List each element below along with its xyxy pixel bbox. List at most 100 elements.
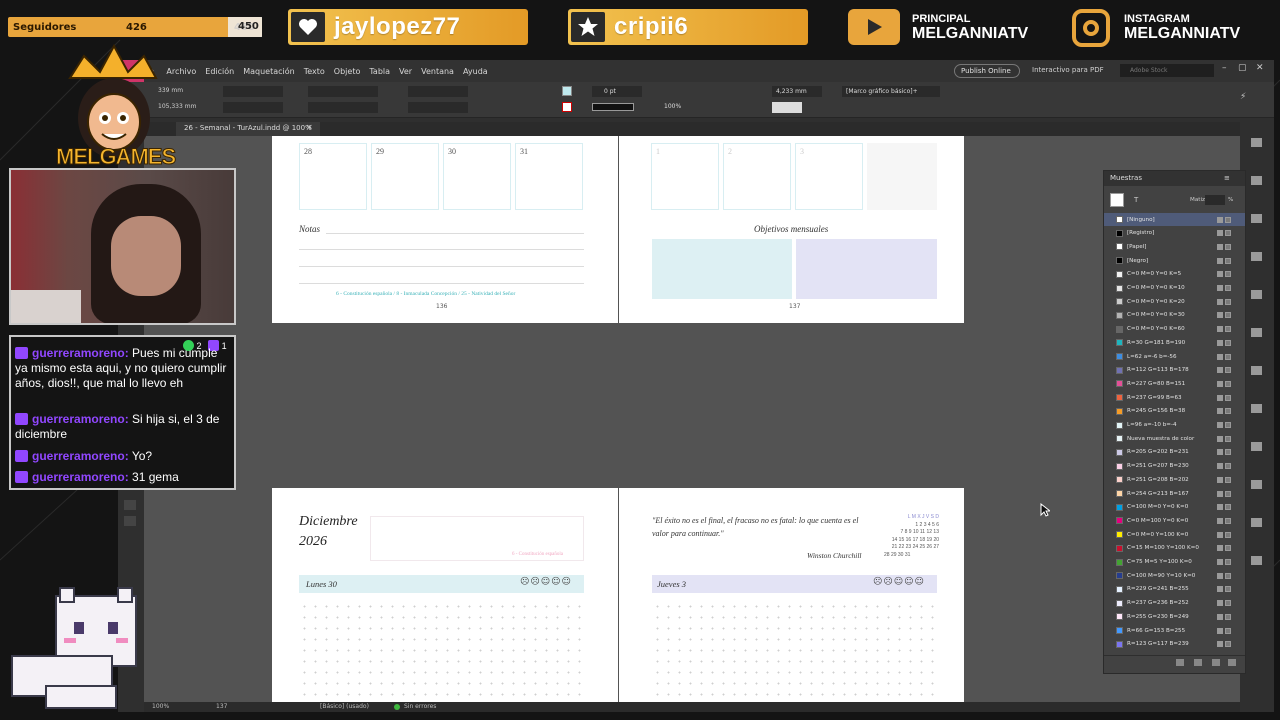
stroke-panel-icon[interactable] — [1251, 252, 1262, 261]
zoom-status[interactable]: 100% — [152, 703, 169, 710]
stroke-swatch[interactable] — [562, 102, 572, 112]
text-format-icon[interactable]: T — [1134, 196, 1138, 204]
swatch-row[interactable]: R=237 G=99 B=63 — [1104, 391, 1245, 404]
menu-ventana[interactable]: Ventana — [421, 67, 454, 76]
swatch-row[interactable]: R=254 G=213 B=167 — [1104, 487, 1245, 500]
fill-stroke-icon[interactable] — [1110, 193, 1124, 207]
chat-username[interactable]: guerreramoreno: — [32, 346, 129, 360]
character-panel-icon[interactable] — [1251, 442, 1262, 451]
chat-username[interactable]: guerreramoreno: — [32, 470, 129, 484]
swatch-row[interactable]: C=0 M=100 Y=0 K=0 — [1104, 514, 1245, 527]
document-tab[interactable]: 26 - Semanal - TurAzul.indd @ 100% — [176, 122, 320, 136]
scale-y-field[interactable] — [308, 102, 378, 113]
swatches-panel-icon[interactable] — [1251, 328, 1262, 337]
mood-icons[interactable]: ☹☹☺☺☺ — [873, 577, 925, 587]
layers-panel-icon[interactable] — [1251, 176, 1262, 185]
chat-username[interactable]: guerreramoreno: — [32, 449, 129, 463]
swatch-row[interactable]: C=0 M=0 Y=0 K=30 — [1104, 309, 1245, 322]
swatch-row[interactable]: R=66 G=153 B=255 — [1104, 624, 1245, 637]
pages-panel-icon[interactable] — [1251, 138, 1262, 147]
swatch-row[interactable]: L=62 a=-6 b=-56 — [1104, 350, 1245, 363]
paragraph-panel-icon[interactable] — [1251, 480, 1262, 489]
swatch-row[interactable]: C=0 M=0 Y=100 K=0 — [1104, 528, 1245, 541]
close-tab-icon[interactable]: ✕ — [306, 123, 313, 132]
chat-username[interactable]: guerreramoreno: — [32, 412, 129, 426]
folder-icon[interactable] — [1194, 659, 1202, 666]
adobe-stock-search[interactable]: Adobe Stock — [1120, 64, 1214, 77]
trash-icon[interactable] — [1228, 659, 1236, 666]
document-canvas[interactable]: 28 29 30 31 Notas 6 - Constitución españ… — [144, 136, 1240, 702]
swatch-row[interactable]: R=251 G=207 B=230 — [1104, 460, 1245, 473]
stroke-weight-field[interactable]: 0 pt — [592, 86, 642, 97]
pixel-cat-icon — [11, 587, 137, 709]
menu-objeto[interactable]: Objeto — [334, 67, 361, 76]
workspace-selector[interactable]: Interactivo para PDF — [1032, 66, 1104, 74]
view-mode-icon[interactable] — [124, 500, 136, 510]
object-style-selector[interactable]: [Marco gráfico básico]+ — [842, 86, 940, 97]
links-panel-icon[interactable] — [1251, 214, 1262, 223]
new-color-group-icon[interactable] — [1176, 659, 1184, 666]
gradient-panel-icon[interactable] — [1251, 366, 1262, 375]
errors-status[interactable]: Sin errores — [404, 703, 436, 710]
swatch-row[interactable]: R=112 G=113 B=178 — [1104, 364, 1245, 377]
width-field[interactable] — [223, 86, 283, 97]
swatch-row[interactable]: C=0 M=0 Y=0 K=60 — [1104, 323, 1245, 336]
swatch-row[interactable]: C=100 M=90 Y=10 K=0 — [1104, 569, 1245, 582]
menu-maquetacion[interactable]: Maquetación — [243, 67, 295, 76]
shear-field[interactable] — [408, 102, 468, 113]
color-mode-icon — [1225, 339, 1231, 346]
rotation-field[interactable] — [408, 86, 468, 97]
opacity-field[interactable]: 100% — [664, 103, 681, 110]
swatch-row[interactable]: R=255 G=230 B=249 — [1104, 610, 1245, 623]
stroke-type-selector[interactable] — [592, 103, 634, 111]
panel-menu-icon[interactable]: ≡ — [1224, 174, 1230, 182]
swatch-row[interactable]: R=205 G=202 B=231 — [1104, 446, 1245, 459]
swatch-row[interactable]: R=229 G=241 B=255 — [1104, 583, 1245, 596]
window-maximize-button[interactable]: ▢ — [1238, 63, 1247, 73]
swatch-row[interactable]: C=100 M=0 Y=0 K=0 — [1104, 501, 1245, 514]
screen-mode-icon[interactable] — [124, 516, 136, 526]
swatch-row[interactable]: L=96 a=-10 b=-4 — [1104, 419, 1245, 432]
align-panel-icon[interactable] — [1251, 556, 1262, 565]
swatch-row[interactable]: Nueva muestra de color — [1104, 432, 1245, 445]
swatch-row[interactable]: C=0 M=0 Y=0 K=10 — [1104, 282, 1245, 295]
swatch-row[interactable]: R=123 G=117 B=239 — [1104, 638, 1245, 651]
window-minimize-button[interactable]: – — [1222, 63, 1227, 73]
swatch-row[interactable]: R=227 G=80 B=151 — [1104, 377, 1245, 390]
swatch-label: C=0 M=100 Y=0 K=0 — [1127, 517, 1189, 524]
window-close-button[interactable]: ✕ — [1256, 63, 1264, 73]
swatch-row[interactable]: R=251 G=208 B=202 — [1104, 473, 1245, 486]
effects-panel-icon[interactable] — [1251, 404, 1262, 413]
page-status[interactable]: 137 — [216, 703, 227, 710]
tint-field[interactable] — [1205, 195, 1225, 205]
measure-field-2[interactable] — [772, 102, 802, 113]
swatch-row[interactable]: C=0 M=0 Y=0 K=5 — [1104, 268, 1245, 281]
lightning-icon[interactable]: ⚡ — [1240, 92, 1246, 102]
swatch-row[interactable]: C=15 M=100 Y=100 K=0 — [1104, 542, 1245, 555]
publish-online-button[interactable]: Publish Online — [954, 64, 1020, 78]
swatch-row[interactable]: [Papel] — [1104, 240, 1245, 253]
swatch-row[interactable]: R=245 G=156 B=38 — [1104, 405, 1245, 418]
menu-tabla[interactable]: Tabla — [369, 67, 390, 76]
menu-ver[interactable]: Ver — [399, 67, 412, 76]
text-wrap-panel-icon[interactable] — [1251, 518, 1262, 527]
menu-edicion[interactable]: Edición — [205, 67, 234, 76]
swatch-row[interactable]: R=30 G=181 B=190 — [1104, 336, 1245, 349]
height-field[interactable] — [223, 102, 283, 113]
swatch-row[interactable]: C=75 M=5 Y=100 K=0 — [1104, 556, 1245, 569]
menu-ayuda[interactable]: Ayuda — [463, 67, 488, 76]
swatch-row[interactable]: C=0 M=0 Y=0 K=20 — [1104, 295, 1245, 308]
fill-swatch[interactable] — [562, 86, 572, 96]
scale-x-field[interactable] — [308, 86, 378, 97]
measure-field[interactable]: 4,233 mm — [772, 86, 822, 97]
mood-icons[interactable]: ☹☹☺☺☺ — [520, 577, 572, 587]
swatches-title[interactable]: Muestras — [1110, 174, 1142, 182]
swatch-row[interactable]: R=237 G=236 B=252 — [1104, 597, 1245, 610]
swatch-row[interactable]: [Ninguno] — [1104, 213, 1245, 226]
style-status[interactable]: [Básico] (usado) — [320, 703, 369, 710]
new-swatch-icon[interactable] — [1212, 659, 1220, 666]
menu-texto[interactable]: Texto — [304, 67, 325, 76]
swatch-row[interactable]: [Negro] — [1104, 254, 1245, 267]
color-panel-icon[interactable] — [1251, 290, 1262, 299]
swatch-row[interactable]: [Registro] — [1104, 227, 1245, 240]
